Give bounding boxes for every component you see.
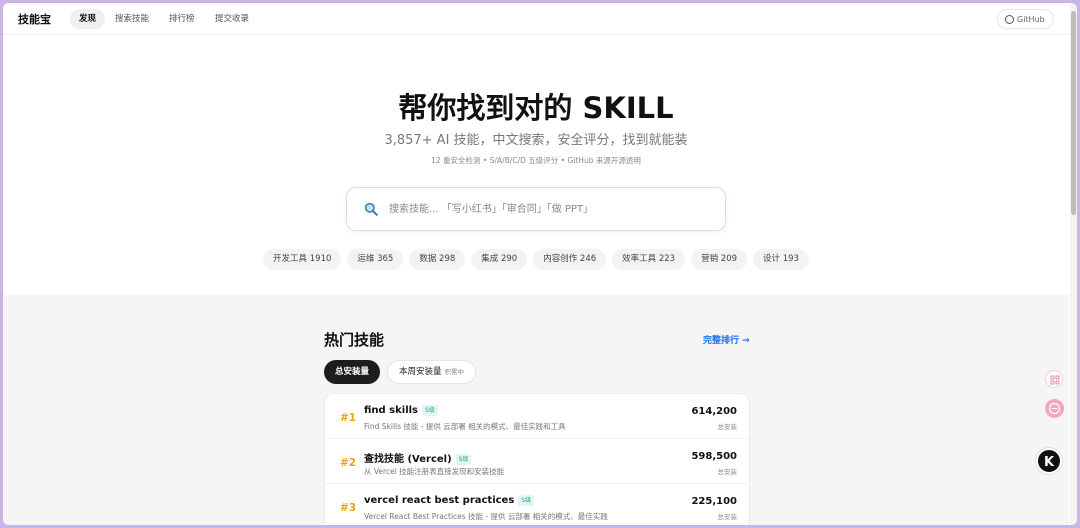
skill-description: Find Skills 技能 - 提供 云部署 相关的模式、最佳实践和工具 bbox=[364, 422, 566, 431]
grade-badge: S级 bbox=[422, 405, 438, 416]
install-count: 614,200 bbox=[691, 406, 737, 417]
skill-rank: #3 bbox=[340, 502, 357, 514]
assistant-badge[interactable]: K bbox=[1036, 448, 1062, 474]
nav-tab-search[interactable]: 搜索技能 bbox=[106, 9, 158, 29]
category-chip[interactable]: 效率工具 223 bbox=[612, 249, 686, 270]
skill-name: 查找技能 (Vercel) bbox=[364, 454, 452, 465]
app-window: 技能宝 发现 搜索技能 排行榜 提交收录 GitHub 帮你找到对的 SKILL… bbox=[3, 3, 1077, 525]
grid-icon bbox=[1050, 375, 1060, 385]
tab-weekly-installs[interactable]: 本周安装量 积累中 bbox=[387, 360, 477, 384]
install-count-label: 总安装 bbox=[717, 513, 738, 521]
nav-tab-discover[interactable]: 发现 bbox=[70, 9, 106, 29]
github-icon bbox=[1005, 14, 1014, 24]
skill-row[interactable]: #1 find skills S级 Find Skills 技能 - 提供 云部署… bbox=[325, 394, 749, 439]
skill-name: find skills bbox=[364, 405, 419, 416]
hero-subtitle: 3,857+ AI 技能，中文搜索，安全评分，找到就能装 bbox=[384, 133, 688, 148]
category-chip[interactable]: 集成 290 bbox=[471, 249, 528, 270]
skill-description: 从 Vercel 技能注册表直接发现和安装技能 bbox=[364, 467, 505, 476]
hot-section-title: 热门技能 bbox=[324, 331, 385, 349]
full-ranking-link[interactable]: 完整排行 → bbox=[703, 333, 750, 346]
grade-badge: S级 bbox=[518, 495, 535, 506]
hero-title: 帮你找到对的 SKILL bbox=[398, 91, 674, 125]
search-box[interactable] bbox=[346, 187, 726, 231]
install-count: 225,100 bbox=[691, 496, 737, 507]
nav-tab-ranking[interactable]: 排行榜 bbox=[160, 9, 204, 29]
github-button[interactable]: GitHub bbox=[997, 9, 1054, 29]
search-input[interactable] bbox=[389, 199, 709, 219]
skill-rank: #1 bbox=[340, 412, 357, 424]
tab-total-installs[interactable]: 总安装量 bbox=[324, 360, 381, 384]
search-icon bbox=[364, 202, 378, 216]
category-chip[interactable]: 设计 193 bbox=[753, 249, 809, 270]
skill-row[interactable]: #3 vercel react best practices S级 Vercel … bbox=[325, 484, 749, 525]
logo[interactable]: 技能宝 bbox=[18, 11, 51, 27]
install-count-label: 总安装 bbox=[717, 468, 738, 476]
tab-weekly-label: 本周安装量 bbox=[399, 367, 442, 377]
hot-skill-list: #1 find skills S级 Find Skills 技能 - 提供 云部署… bbox=[324, 393, 750, 525]
install-count: 598,500 bbox=[691, 451, 737, 462]
skill-name-wrap: find skills S级 bbox=[364, 405, 438, 416]
category-chip[interactable]: 运维 365 bbox=[347, 249, 404, 270]
translate-icon[interactable] bbox=[1045, 399, 1064, 418]
tab-weekly-note: 积累中 bbox=[444, 368, 465, 376]
category-chip[interactable]: 数据 298 bbox=[409, 249, 466, 270]
category-chip[interactable]: 开发工具 1910 bbox=[263, 249, 342, 270]
skill-name: vercel react best practices bbox=[364, 495, 515, 506]
top-nav: 技能宝 发现 搜索技能 排行榜 提交收录 GitHub bbox=[3, 3, 1069, 35]
translate-glyph-icon bbox=[1048, 402, 1061, 415]
nav-tab-submit[interactable]: 提交收录 bbox=[206, 9, 258, 29]
install-count-label: 总安装 bbox=[717, 423, 738, 431]
skill-name-wrap: vercel react best practices S级 bbox=[364, 495, 535, 506]
category-chip[interactable]: 营销 209 bbox=[691, 249, 748, 270]
grade-badge: S级 bbox=[455, 454, 472, 465]
scrollbar-thumb[interactable] bbox=[1071, 11, 1076, 215]
apps-grid-icon[interactable] bbox=[1045, 370, 1063, 388]
skill-name-wrap: 查找技能 (Vercel) S级 bbox=[364, 450, 472, 465]
skill-rank: #2 bbox=[340, 457, 357, 469]
hero-meta: 12 重安全检测 • S/A/B/C/D 五级评分 • GitHub 来源开源透… bbox=[431, 156, 641, 165]
github-label: GitHub bbox=[1017, 14, 1045, 24]
category-chip[interactable]: 内容创作 246 bbox=[533, 249, 607, 270]
skill-row[interactable]: #2 查找技能 (Vercel) S级 从 Vercel 技能注册表直接发现和安装… bbox=[325, 439, 749, 484]
skill-description: Vercel React Best Practices 技能 - 提供 云部署 … bbox=[364, 512, 608, 521]
category-chips: 开发工具 1910 运维 365 数据 298 集成 290 内容创作 246 … bbox=[3, 249, 1069, 270]
